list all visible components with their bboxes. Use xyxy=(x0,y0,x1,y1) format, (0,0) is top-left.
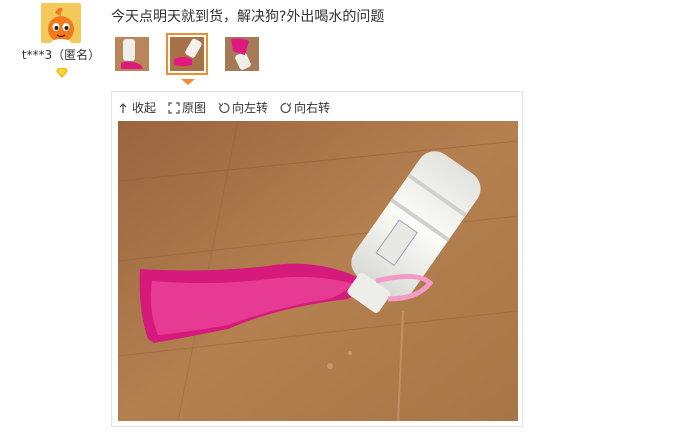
rotate-left-icon xyxy=(218,102,230,114)
review-photo[interactable] xyxy=(118,121,518,421)
thumbnail-1[interactable] xyxy=(111,33,153,75)
rotate-left-label: 向左转 xyxy=(232,101,269,115)
original-image-button[interactable]: 原图 xyxy=(168,99,206,117)
rotate-right-label: 向右转 xyxy=(294,101,331,115)
review-comment: 今天点明天就到货，解决狗?外出喝水的问题 xyxy=(111,9,385,25)
vip-diamond-icon xyxy=(56,68,68,78)
rotate-right-button[interactable]: 向右转 xyxy=(280,99,330,117)
selected-thumbnail-indicator xyxy=(181,79,195,85)
reviewer-info: t***3（匿名） xyxy=(0,0,110,90)
avatar[interactable] xyxy=(41,3,81,43)
rotate-right-icon xyxy=(280,102,292,114)
thumbnail-2[interactable] xyxy=(166,33,208,75)
collapse-label: 收起 xyxy=(132,101,157,115)
thumbnail-3[interactable] xyxy=(221,33,263,75)
collapse-button[interactable]: 收起 xyxy=(118,99,156,117)
rotate-left-button[interactable]: 向左转 xyxy=(218,99,268,117)
collapse-arrow-icon xyxy=(119,103,127,113)
user-name: t***3（匿名） xyxy=(21,48,101,62)
original-label: 原图 xyxy=(182,101,207,115)
image-viewer: 收起 原图 向左转 向右转 xyxy=(111,91,523,427)
expand-icon xyxy=(168,102,180,114)
